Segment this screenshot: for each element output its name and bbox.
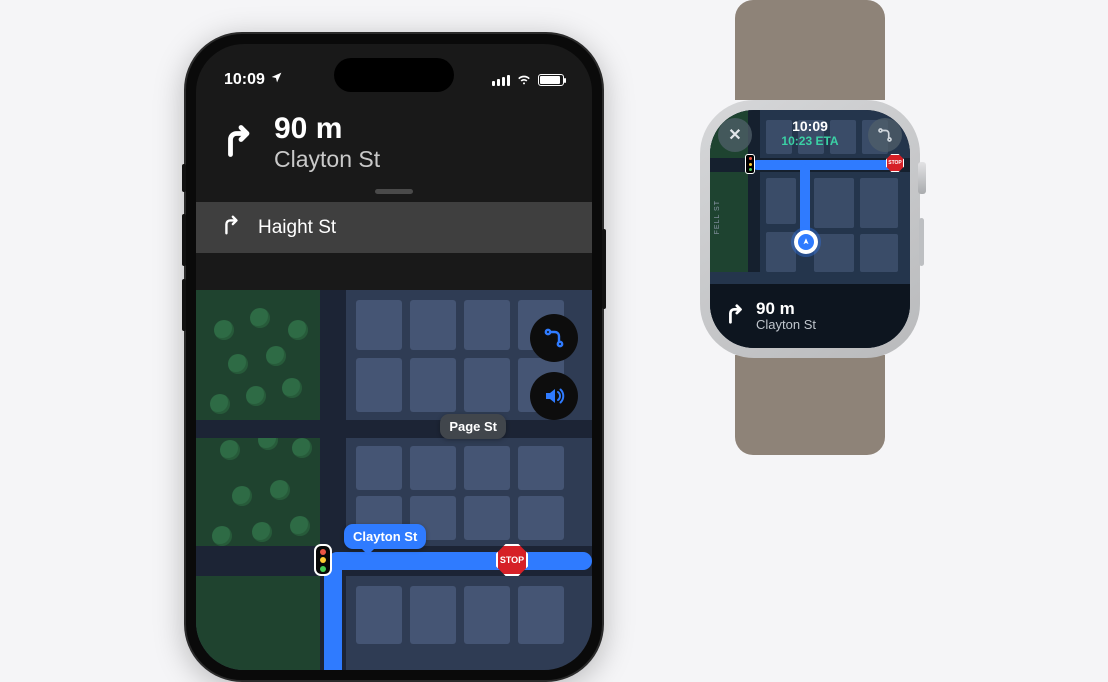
turn-right-icon — [220, 214, 242, 241]
watch-case: ✕ 10:09 10:23 ETA — [700, 100, 920, 358]
status-time: 10:09 — [224, 71, 265, 89]
traffic-light-icon — [314, 544, 332, 576]
nav-street: Clayton St — [274, 146, 380, 173]
phone-screen: 10:09 90 m Clayton St — [196, 44, 592, 670]
apple-watch-device: ✕ 10:09 10:23 ETA — [700, 40, 920, 415]
route-overview-button[interactable] — [530, 314, 578, 362]
digital-crown[interactable] — [918, 162, 926, 194]
watch-band — [735, 0, 885, 100]
watch-time: 10:09 — [710, 118, 910, 134]
watch-screen: ✕ 10:09 10:23 ETA — [710, 110, 910, 348]
dynamic-island — [334, 58, 454, 92]
watch-nav-instruction[interactable]: 90 m Clayton St — [710, 284, 910, 348]
nav-street-next: Haight St — [258, 217, 336, 239]
location-arrow-icon — [801, 237, 811, 247]
nav-distance: 90 m — [274, 114, 380, 144]
audio-button[interactable] — [530, 372, 578, 420]
turn-right-icon — [724, 303, 746, 330]
stop-sign-icon: STOP — [886, 154, 904, 172]
map-label-clayton-st: Clayton St — [344, 524, 426, 549]
wifi-icon — [516, 70, 532, 91]
route-segment — [752, 160, 900, 170]
watch-nav-distance: 90 m — [756, 300, 816, 318]
map-label-fell-st: FELL ST — [714, 200, 721, 234]
map-canvas[interactable]: Page St Clayton St STOP — [196, 290, 592, 670]
cellular-icon — [492, 75, 510, 86]
nav-instruction-primary[interactable]: 90 m Clayton St — [196, 98, 592, 187]
side-button[interactable] — [602, 229, 606, 309]
traffic-light-icon — [745, 154, 755, 174]
mute-switch[interactable] — [182, 164, 186, 192]
sheet-grabber[interactable] — [375, 189, 413, 194]
map-park-area — [196, 290, 326, 670]
location-arrow-icon — [270, 71, 283, 89]
watch-band — [735, 355, 885, 455]
volume-up[interactable] — [182, 214, 186, 266]
watch-eta: 10:23 ETA — [710, 134, 910, 148]
nav-instruction-secondary[interactable]: Haight St — [196, 202, 592, 253]
watch-nav-street: Clayton St — [756, 317, 816, 332]
turn-right-icon — [220, 123, 256, 164]
current-location-marker — [794, 230, 818, 254]
volume-down[interactable] — [182, 279, 186, 331]
iphone-device: 10:09 90 m Clayton St — [184, 32, 604, 682]
map-label-page-st: Page St — [440, 414, 506, 439]
watch-side-button[interactable] — [919, 218, 924, 266]
battery-icon — [538, 74, 564, 86]
